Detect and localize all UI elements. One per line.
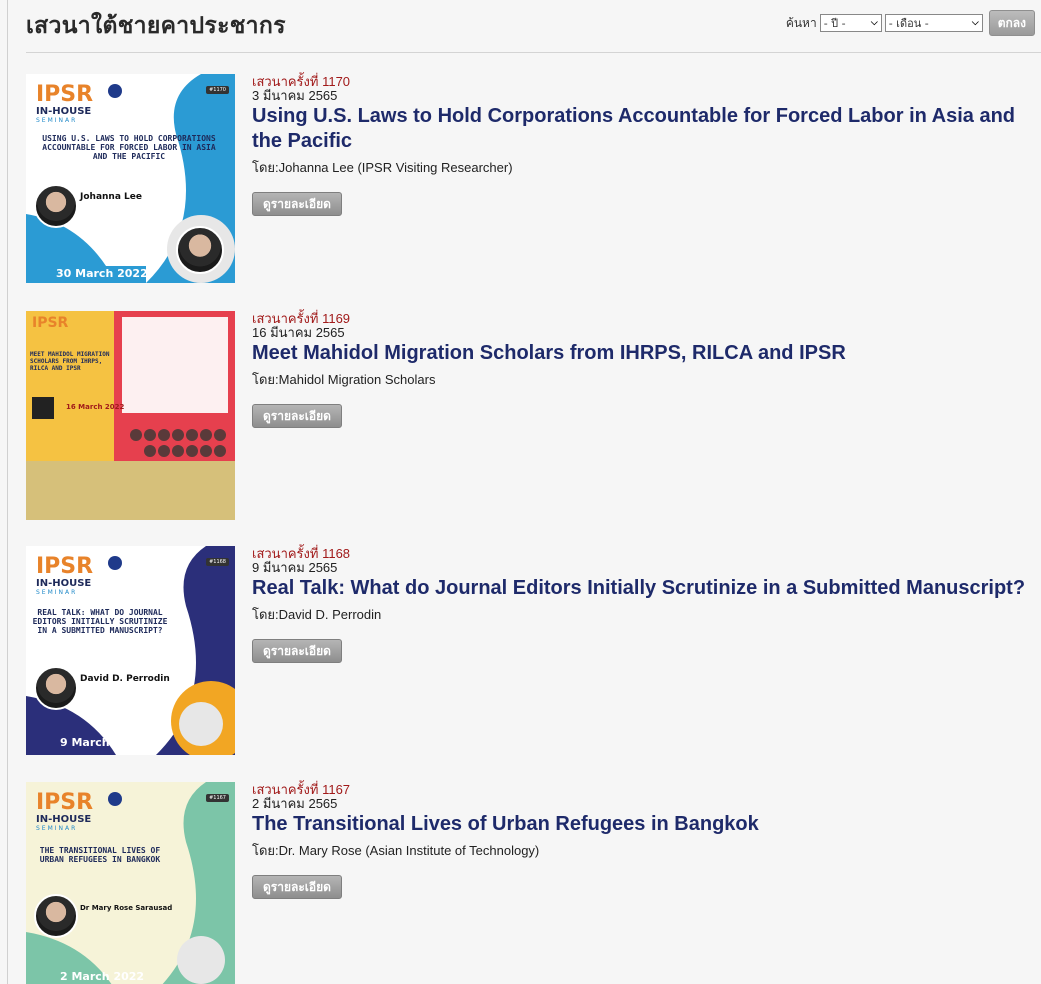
poster-inhouse-text: IN-HOUSE [36,814,92,825]
seminar-info: เสวนาครั้งที่ 1168 9 มีนาคม 2565 Real Ta… [252,546,1032,663]
seminar-date: 2 มีนาคม 2565 [252,796,338,811]
search-bar: ค้นหา - ปี - ⌵ - เดือน - ⌵ ตกลง [786,10,1035,36]
chevron-down-icon: ⌵ [971,18,979,28]
mahidol-logo-icon [108,792,122,806]
speaker-photo [34,894,78,938]
seminar-info: เสวนาครั้งที่ 1167 2 มีนาคม 2565 The Tra… [252,782,1032,899]
poster-inhouse-text: IN-HOUSE [36,106,92,117]
seminar-speaker: โดย:David D. Perrodin [252,607,382,622]
seminar-info: เสวนาครั้งที่ 1170 3 มีนาคม 2565 Using U… [252,74,1032,216]
poster-speaker: Johanna Lee [80,192,142,202]
poster-ipsr-logo: IPSR [36,82,94,107]
month-select[interactable]: - เดือน - ⌵ [884,14,983,32]
poster-date: 16 March 2022 [66,403,125,411]
year-select-value: - ปี - [823,17,846,30]
poster-date: 2 March 2022 [60,970,145,983]
mahidol-logo-icon [108,84,122,98]
year-select[interactable]: - ปี - ⌵ [819,14,882,32]
seminar-speaker: โดย:Johanna Lee (IPSR Visiting Researche… [252,160,513,175]
poster-seminar-text: SEMINAR [36,825,78,832]
speaker-photo [34,666,78,710]
seminar-poster[interactable]: IPSR IN-HOUSE SEMINAR #1168 REAL TALK: W… [26,546,235,755]
poster-tag: #1167 [206,794,229,802]
seminar-number: เสวนาครั้งที่ 1167 [252,782,351,797]
poster-ipsr-logo: IPSR [36,790,94,815]
seminar-title[interactable]: The Transitional Lives of Urban Refugees… [252,812,1032,837]
poster-date: 9 March 2022 [60,736,145,749]
seminar-poster[interactable]: IPSR IN-HOUSE SEMINAR #1167 THE TRANSITI… [26,782,235,984]
poster-tag: #1170 [206,86,229,94]
poster-inhouse-text: IN-HOUSE [36,578,92,589]
seminar-poster[interactable]: IPSR MEET MAHIDOL MIGRATION SCHOLARS FRO… [26,311,235,520]
seminar-date: 9 มีนาคม 2565 [252,560,338,575]
poster-ipsr-logo: IPSR [36,554,94,579]
month-select-value: - เดือน - [888,17,929,30]
poster-date: 30 March 2022 [56,267,148,280]
seminar-date: 3 มีนาคม 2565 [252,88,338,103]
poster-headline: USING U.S. LAWS TO HOLD CORPORATIONS ACC… [42,134,216,161]
seminar-number: เสวนาครั้งที่ 1168 [252,546,351,561]
poster-headline: REAL TALK: WHAT DO JOURNAL EDITORS INITI… [32,608,168,635]
poster-seminar-text: SEMINAR [36,589,78,596]
page-header: เสวนาใต้ชายคาประชากร ค้นหา - ปี - ⌵ - เด… [26,0,1041,53]
view-details-button[interactable]: ดูรายละเอียด [252,875,342,899]
view-details-button[interactable]: ดูรายละเอียด [252,639,342,663]
poster-ipsr-logo: IPSR [32,315,69,331]
seminar-poster[interactable]: IPSR IN-HOUSE SEMINAR #1170 USING U.S. L… [26,74,235,283]
chevron-down-icon: ⌵ [870,18,878,28]
view-details-button[interactable]: ดูรายละเอียด [252,404,342,428]
poster-tag: #1168 [206,558,229,566]
poster-seminar-text: SEMINAR [36,117,78,124]
seminar-title[interactable]: Meet Mahidol Migration Scholars from IHR… [252,341,1032,366]
seminar-title[interactable]: Using U.S. Laws to Hold Corporations Acc… [252,104,1032,154]
view-details-button[interactable]: ดูรายละเอียด [252,192,342,216]
poster-background [26,311,235,520]
seminar-info: เสวนาครั้งที่ 1169 16 มีนาคม 2565 Meet M… [252,311,1032,428]
search-submit-button[interactable]: ตกลง [988,10,1035,36]
poster-speaker: David D. Perrodin [80,674,170,684]
poster-speaker: Dr Mary Rose Sarausad [80,904,173,912]
seminar-speaker: โดย:Dr. Mary Rose (Asian Institute of Te… [252,843,540,858]
poster-headline: THE TRANSITIONAL LIVES OF URBAN REFUGEES… [39,846,161,864]
page-title: เสวนาใต้ชายคาประชากร [26,12,286,38]
seminar-number: เสวนาครั้งที่ 1169 [252,311,351,326]
poster-headline: MEET MAHIDOL MIGRATION SCHOLARS FROM IHR… [30,351,110,372]
moderator-photo [176,226,224,274]
mahidol-logo-icon [108,556,122,570]
search-label: ค้นหา [785,15,817,30]
seminar-title[interactable]: Real Talk: What do Journal Editors Initi… [252,576,1032,601]
seminar-date: 16 มีนาคม 2565 [252,325,345,340]
speaker-photo [34,184,78,228]
seminar-number: เสวนาครั้งที่ 1170 [252,74,351,89]
seminar-speaker: โดย:Mahidol Migration Scholars [252,372,436,387]
left-border [7,0,8,984]
